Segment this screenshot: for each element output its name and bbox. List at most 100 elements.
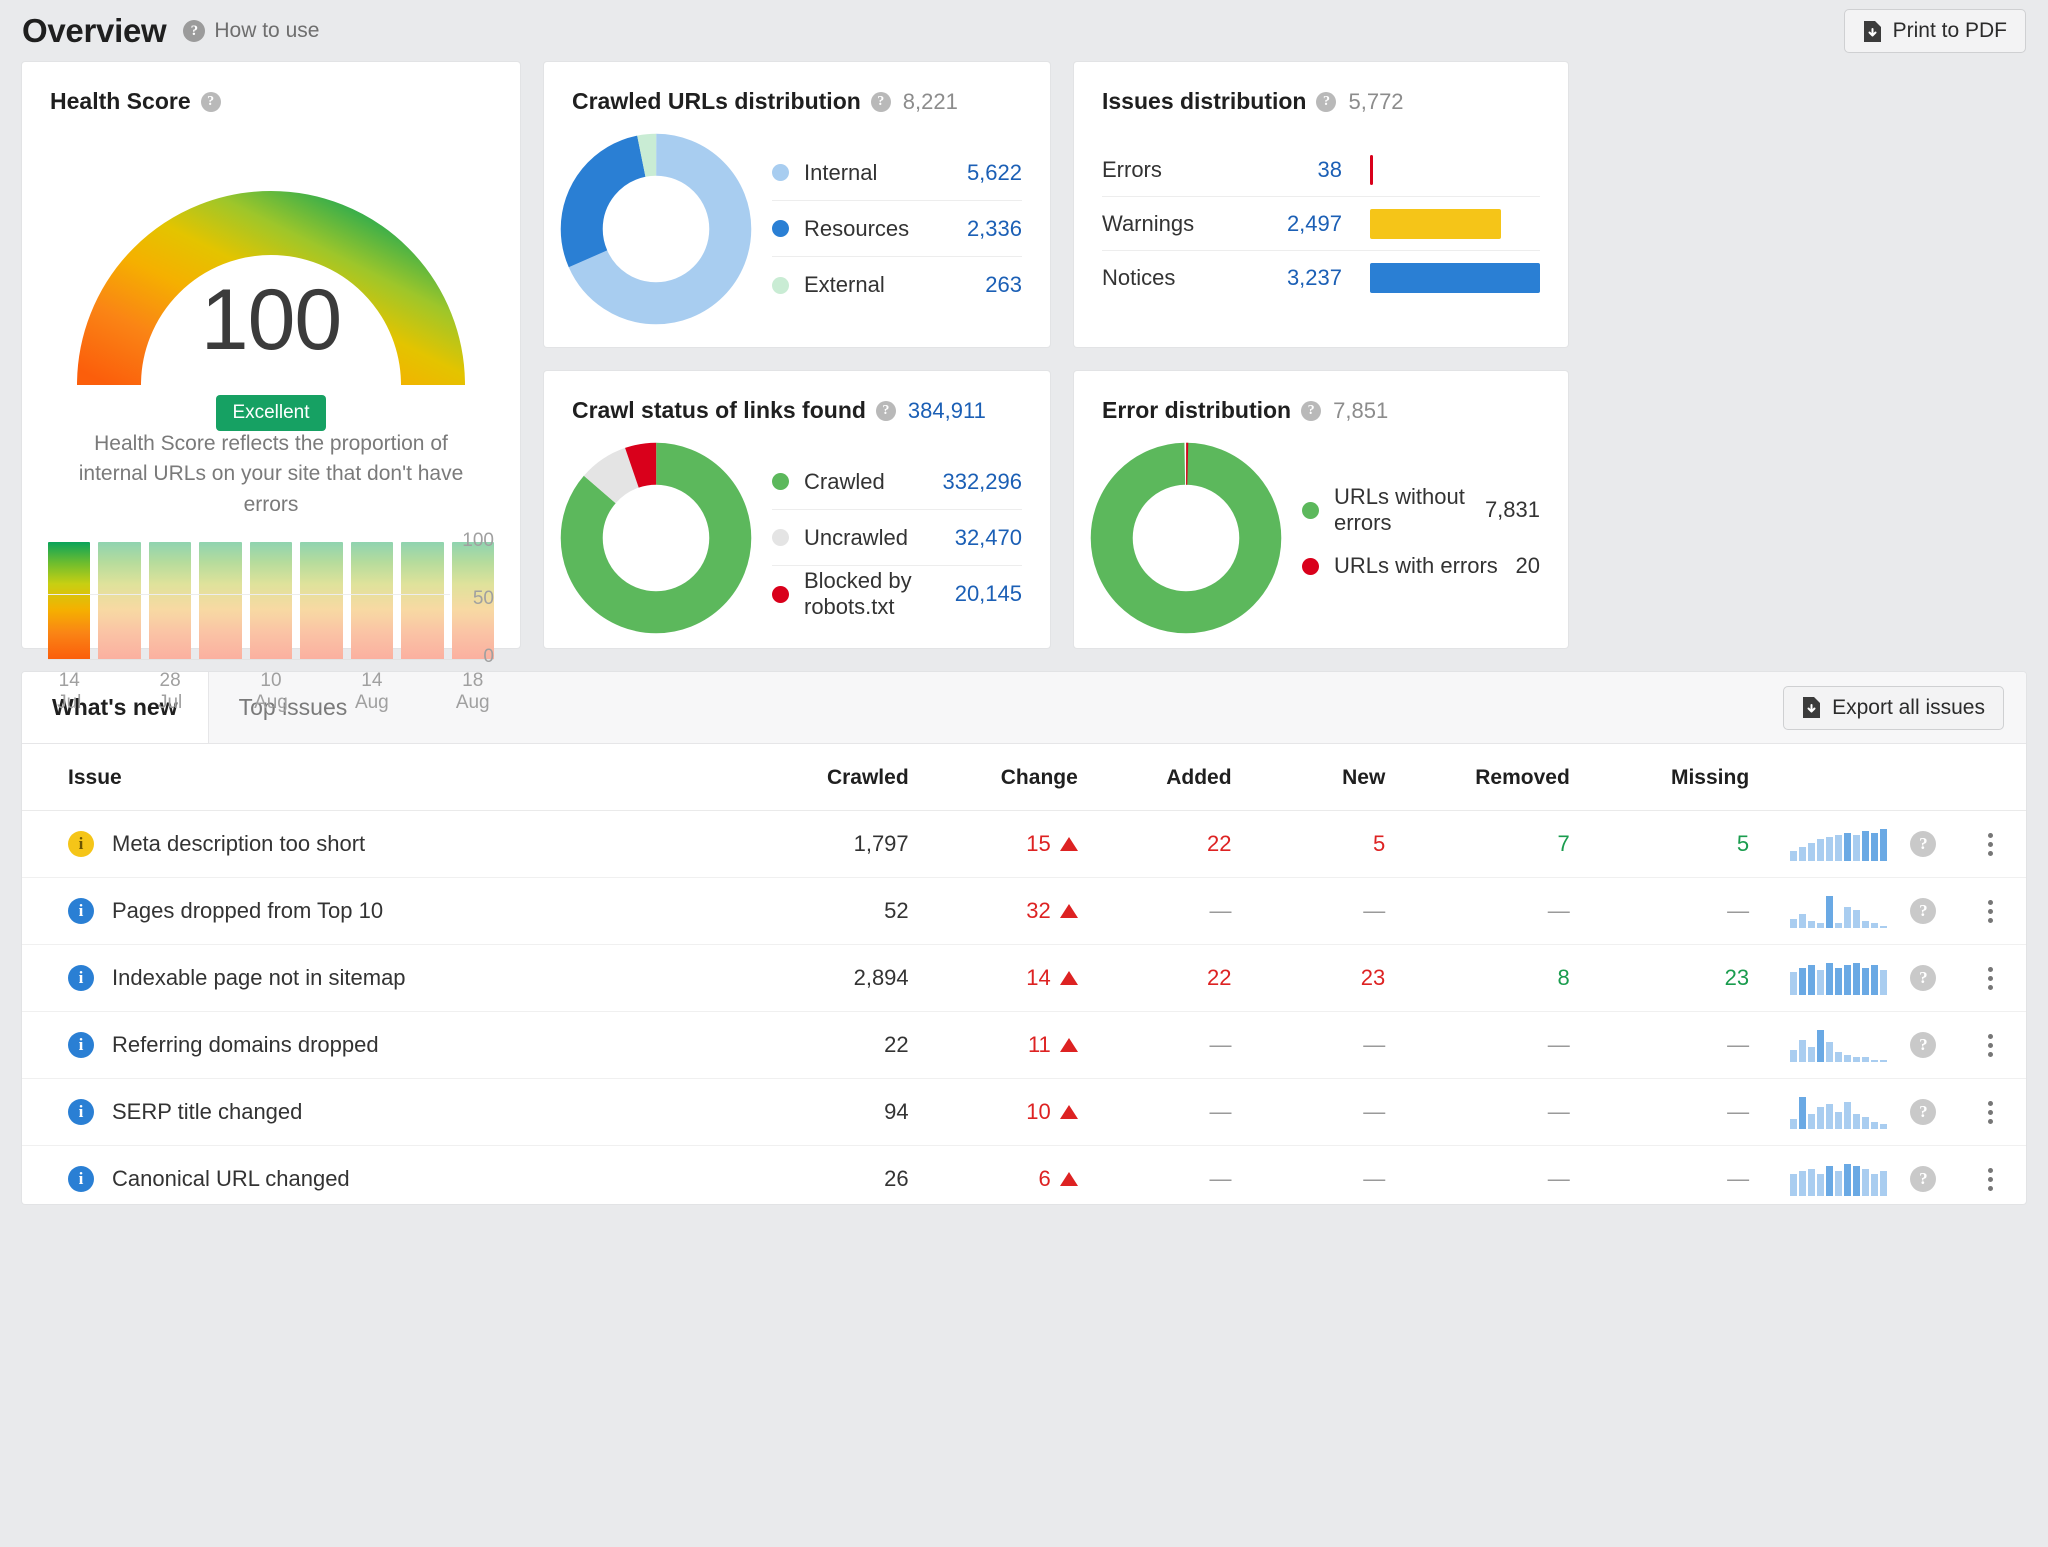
export-all-issues-button[interactable]: Export all issues: [1783, 686, 2004, 730]
table-row[interactable]: iIndexable page not in sitemap2,89414222…: [22, 945, 2026, 1012]
sparkline-bar: [1880, 1124, 1887, 1129]
question-circle-icon[interactable]: ?: [1301, 401, 1321, 421]
list-item[interactable]: Crawled 332,296: [772, 454, 1022, 510]
sparkline-bar: [1799, 914, 1806, 928]
bar-track: [1370, 155, 1540, 185]
history-bar[interactable]: [149, 542, 191, 659]
list-item[interactable]: URLs with errors 20: [1302, 538, 1540, 594]
cell-issue[interactable]: iMeta description too short: [22, 811, 740, 878]
legend-swatch-icon: [772, 164, 789, 181]
list-item[interactable]: URLs without errors 7,831: [1302, 482, 1540, 538]
history-bar[interactable]: [300, 542, 342, 659]
history-y-axis: 100 50 0: [452, 536, 494, 660]
legend-label: Blocked by robots.txt: [804, 568, 955, 620]
sparkline-bar: [1880, 970, 1887, 995]
list-item[interactable]: External 263: [772, 257, 1022, 313]
info-icon: i: [68, 1099, 94, 1125]
history-bar[interactable]: [401, 542, 443, 659]
question-circle-icon[interactable]: ?: [1910, 898, 1936, 924]
history-x-axis: 14 Jul 28 Jul 10 Aug 14 Aug 18 Aug: [48, 660, 494, 714]
cell-issue[interactable]: iCanonical URL changed: [22, 1146, 740, 1205]
question-circle-icon[interactable]: ?: [201, 92, 221, 112]
table-row[interactable]: Warnings 2,497: [1102, 197, 1540, 251]
how-to-use-link[interactable]: How to use: [214, 19, 319, 43]
cards-grid: Crawled URLs distribution ? 8,221 Intern…: [0, 62, 2048, 648]
question-circle-icon[interactable]: ?: [1316, 92, 1336, 112]
question-circle-icon[interactable]: ?: [183, 20, 205, 42]
table-row[interactable]: Notices 3,237: [1102, 251, 1540, 305]
kebab-menu-icon[interactable]: [1988, 1168, 1993, 1191]
table-row[interactable]: Errors 38: [1102, 143, 1540, 197]
table-row[interactable]: iCanonical URL changed266————?: [22, 1146, 2026, 1205]
crawled-urls-legend: Internal 5,622 Resources 2,336 External …: [772, 145, 1022, 313]
cell-removed: 7: [1385, 811, 1570, 878]
cell-missing: —: [1570, 878, 1749, 945]
x-tick: 28 Jul: [149, 670, 191, 714]
sparkline-bar: [1835, 1112, 1842, 1129]
cell-issue[interactable]: iIndexable page not in sitemap: [22, 945, 740, 1012]
list-item[interactable]: Resources 2,336: [772, 201, 1022, 257]
question-circle-icon[interactable]: ?: [1910, 1099, 1936, 1125]
question-circle-icon[interactable]: ?: [871, 92, 891, 112]
cell-issue[interactable]: iPages dropped from Top 10: [22, 878, 740, 945]
column-header-help: [1893, 744, 1955, 811]
column-header-crawled[interactable]: Crawled: [740, 744, 909, 811]
error-distribution-total: 7,851: [1333, 398, 1388, 424]
question-circle-icon[interactable]: ?: [1910, 965, 1936, 991]
status-badge-label: Excellent: [216, 395, 325, 431]
empty-value: —: [1363, 1099, 1385, 1124]
legend-value: 2,336: [967, 216, 1022, 242]
health-score-value: 100: [22, 271, 520, 370]
history-bar[interactable]: [250, 542, 292, 659]
cell-new: 5: [1232, 811, 1386, 878]
cell-missing: 5: [1570, 811, 1749, 878]
kebab-menu-icon[interactable]: [1988, 900, 1993, 923]
cell-issue[interactable]: iReferring domains dropped: [22, 1012, 740, 1079]
question-circle-icon[interactable]: ?: [876, 401, 896, 421]
list-item[interactable]: Blocked by robots.txt 20,145: [772, 566, 1022, 622]
cell-value: 7: [1558, 831, 1570, 856]
question-circle-icon[interactable]: ?: [1910, 1166, 1936, 1192]
cell-value: 8: [1558, 965, 1570, 990]
list-item[interactable]: Uncrawled 32,470: [772, 510, 1022, 566]
cell-issue[interactable]: iSERP title changed: [22, 1079, 740, 1146]
sparkline-bar: [1835, 923, 1842, 928]
column-header-sparkline: [1749, 744, 1893, 811]
sparkline-bar: [1826, 1042, 1833, 1062]
kebab-menu-icon[interactable]: [1988, 1034, 1993, 1057]
history-bar[interactable]: [98, 542, 140, 659]
change-value: 6: [1039, 1166, 1051, 1192]
table-row[interactable]: iReferring domains dropped2211————?: [22, 1012, 2026, 1079]
history-bar[interactable]: [48, 542, 90, 659]
issue-label: Meta description too short: [112, 831, 365, 857]
history-bar[interactable]: [351, 542, 393, 659]
table-row[interactable]: iSERP title changed9410————?: [22, 1079, 2026, 1146]
column-header-added[interactable]: Added: [1078, 744, 1232, 811]
kebab-menu-icon[interactable]: [1988, 833, 1993, 856]
sparkline-bar: [1853, 963, 1860, 995]
question-circle-icon[interactable]: ?: [1910, 1032, 1936, 1058]
print-to-pdf-button[interactable]: Print to PDF: [1844, 9, 2026, 53]
kebab-menu-icon[interactable]: [1988, 1101, 1993, 1124]
cell-value: 22: [1207, 831, 1231, 856]
kebab-menu-icon[interactable]: [1988, 967, 1993, 990]
column-header-missing[interactable]: Missing: [1570, 744, 1749, 811]
column-header-issue[interactable]: Issue: [22, 744, 740, 811]
sparkline-bar: [1880, 829, 1887, 861]
column-header-new[interactable]: New: [1232, 744, 1386, 811]
issues-table-body: iMeta description too short1,7971522575?…: [22, 811, 2026, 1205]
question-circle-icon[interactable]: ?: [1910, 831, 1936, 857]
table-row[interactable]: iPages dropped from Top 105232————?: [22, 878, 2026, 945]
history-bar[interactable]: [199, 542, 241, 659]
error-distribution-title: Error distribution: [1102, 397, 1291, 424]
list-item[interactable]: Internal 5,622: [772, 145, 1022, 201]
health-score-header: Health Score ?: [22, 62, 520, 115]
column-header-change[interactable]: Change: [909, 744, 1078, 811]
column-header-removed[interactable]: Removed: [1385, 744, 1570, 811]
empty-value: —: [1727, 1099, 1749, 1124]
change-value: 10: [1026, 1099, 1050, 1125]
table-row[interactable]: iMeta description too short1,7971522575?: [22, 811, 2026, 878]
crawl-status-body: Crawled 332,296 Uncrawled 32,470 Blocked…: [544, 424, 1050, 636]
sparkline-bar: [1790, 1050, 1797, 1062]
sparkline-bar: [1808, 921, 1815, 928]
